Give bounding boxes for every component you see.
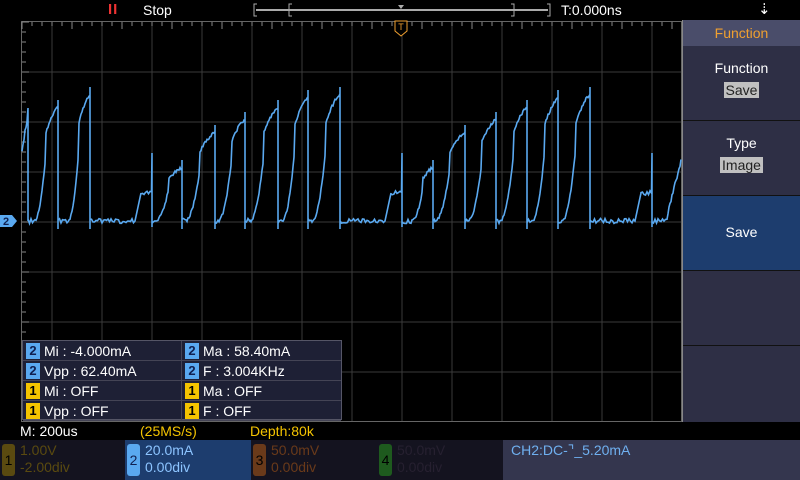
usb-icon: ⇣ [758,0,771,18]
ch1-badge: 1 [2,444,15,476]
label: Type [683,135,800,151]
channel-badge: 1 [185,383,199,399]
ch1-settings[interactable]: 1 1.00V -2.00div [0,440,125,480]
status-line: M: 200us (25MS/s) Depth:80k [0,422,800,440]
ch2-offset: 0.00div [145,459,193,476]
measurement-value: Vpp : 62.40mA [44,361,137,381]
trigger-level: 5.20mA [582,442,630,458]
channel-badge: 1 [185,403,199,419]
ch1-offset: -2.00div [20,459,70,476]
channel-badge: 1 [26,383,40,399]
svg-text:2: 2 [3,216,9,228]
memory-depth: Depth:80k [250,423,314,439]
channel-badge: 2 [185,363,199,379]
channel-badge: 2 [26,363,40,379]
ch3-scale: 50.0mV [271,442,319,459]
trigger-marker[interactable]: T [395,21,407,36]
measurement-value: Ma : OFF [203,381,262,401]
channel-badge: 2 [26,343,40,359]
measurement-row: 2 Mi : -4.000mA 2 Ma : 58.40mA [23,341,341,361]
measurement-value: Vpp : OFF [44,401,109,421]
acquisition-state: Stop [143,2,172,18]
measurement-value: Ma : 58.40mA [203,341,290,361]
measurement-cell: 1 Vpp : OFF [23,401,182,420]
ch4-offset: 0.00div [397,459,445,476]
measurement-value: Mi : OFF [44,381,98,401]
channel-bar: 1 1.00V -2.00div 2 20.0mA 0.00div 3 50.0mV 0.0… [0,440,800,480]
measurement-cell: 1F : OFF [182,401,341,420]
ch4-badge: 4 [379,444,392,476]
measurement-cell: 2F : 3.004KHz [182,361,341,380]
measurement-cell: 2 Vpp : 62.40mA [23,361,182,380]
ch2-level-marker[interactable]: 2 [0,215,17,228]
measurement-cell: 1 Mi : OFF [23,381,182,400]
sample-rate: (25MS/s) [140,423,197,439]
menu-type[interactable]: Type Image [683,121,800,196]
measurement-row: 1 Mi : OFF 1 Ma : OFF [23,381,341,401]
ch4-settings[interactable]: 4 50.0mV 0.00div [377,440,503,480]
ch1-scale: 1.00V [20,442,70,459]
ch2-settings[interactable]: 2 20.0mA 0.00div [125,440,251,480]
trigger-source: CH2:DC- [511,442,568,458]
svg-text:T: T [398,22,404,32]
menu-save-button[interactable]: Save [683,196,800,271]
menu-empty-1[interactable] [683,271,800,346]
menu-empty-2[interactable] [683,346,800,421]
measurement-value: F : 3.004KHz [203,361,285,381]
value: Image [720,157,763,173]
measurement-table: 2 Mi : -4.000mA 2 Ma : 58.40mA 2 Vpp : 62.40m… [22,340,342,420]
value: Save [724,82,760,98]
channel-badge: 1 [26,403,40,419]
measurement-row: 1 Vpp : OFF 1 F : OFF [23,401,341,421]
measurement-cell: 1 Ma : OFF [182,381,341,400]
ch3-badge: 3 [253,444,266,476]
trigger-position: T:0.000ns [561,2,622,18]
ch2-badge: 2 [127,444,140,476]
ch4-scale: 50.0mV [397,442,445,459]
measurement-cell: 2 Ma : 58.40mA [182,341,341,360]
ch3-settings[interactable]: 3 50.0mV 0.00div [251,440,377,480]
function-menu: Function Function Save Type Image Save [682,20,800,422]
timebase[interactable]: M: 200us [20,423,78,439]
measurement-cell: 2 Mi : -4.000mA [23,341,182,360]
measurement-row: 2 Vpp : 62.40mA 2 F : 3.004KHz [23,361,341,381]
label: Save [683,224,800,240]
menu-function[interactable]: Function Save [683,46,800,121]
ch2-scale: 20.0mA [145,442,193,459]
label: Function [683,60,800,76]
run-stop-icon[interactable]: II [108,1,118,18]
falling-edge-icon: ⌝_ [568,442,582,458]
ch3-offset: 0.00div [271,459,319,476]
measurement-value: F : OFF [203,401,251,421]
measurement-value: Mi : -4.000mA [44,341,131,361]
trigger-settings[interactable]: CH2:DC-⌝_5.20mA [503,440,800,480]
channel-badge: 2 [185,343,199,359]
memory-position-bar[interactable] [253,3,551,17]
menu-title: Function [683,20,800,46]
